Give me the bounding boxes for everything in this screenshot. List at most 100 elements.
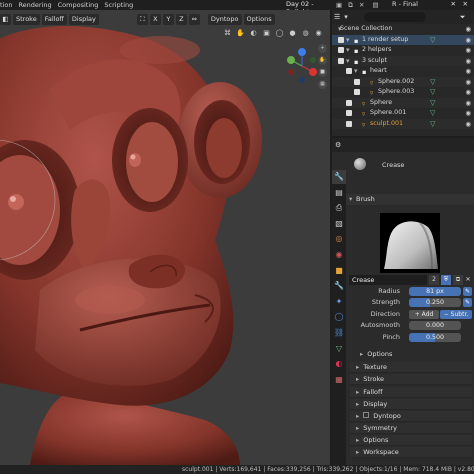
outliner-row[interactable]: ▾ ▪ 3 sculpt ◉ <box>332 55 474 67</box>
visibility-eye-icon[interactable]: ◉ <box>465 77 471 88</box>
pan-hand-icon[interactable]: ✋ <box>318 56 327 65</box>
radius-field[interactable]: 81 px <box>409 287 461 296</box>
visibility-eye-icon[interactable]: ◉ <box>465 119 471 130</box>
grid-icon[interactable]: ▦ <box>318 80 327 89</box>
disclosure-triangle-icon[interactable]: ▾ <box>346 56 350 67</box>
output-tab-icon[interactable]: ⎙ <box>332 201 346 215</box>
scene-selector[interactable]: Day 02 - Delight <box>286 0 334 16</box>
material-shading-icon[interactable]: ◍ <box>300 28 311 39</box>
disclosure-triangle-icon[interactable]: ▾ <box>354 66 358 77</box>
properties-editor-icon[interactable]: ⚙ <box>335 141 341 149</box>
outliner-editor-icon[interactable]: ☰ <box>334 13 340 21</box>
mesh-data-icon[interactable]: ▽ <box>430 77 435 88</box>
visibility-eye-icon[interactable]: ◉ <box>465 24 471 35</box>
display-menu[interactable]: Display <box>68 13 99 25</box>
subpanel-header[interactable]: ▸ Options <box>350 349 472 360</box>
options-menu[interactable]: Options <box>243 13 275 25</box>
subpanel-header[interactable]: ▸ Texture <box>350 362 472 373</box>
collection-checkbox[interactable] <box>338 57 344 64</box>
view-layer-tab-icon[interactable]: ▧ <box>332 217 346 231</box>
data-tab-icon[interactable]: ▽ <box>332 342 346 356</box>
subpanel-header[interactable]: ▸ Workspace <box>350 447 472 458</box>
visibility-eye-icon[interactable]: ◉ <box>465 98 471 109</box>
collection-checkbox[interactable] <box>346 120 352 127</box>
outliner-row[interactable]: ▾ ▪ 1 render setup ▽ ◉ <box>332 34 474 46</box>
filter-icon[interactable]: ⏷ <box>460 13 466 22</box>
visibility-eye-icon[interactable]: ◉ <box>465 108 471 119</box>
collection-checkbox[interactable] <box>346 99 352 106</box>
mirror-icon[interactable]: ⇔ <box>188 13 200 25</box>
xray-icon[interactable]: ▣ <box>261 28 272 39</box>
strength-field[interactable]: 0.250 <box>409 298 461 307</box>
subpanel-header[interactable]: ▸ Options <box>350 435 472 446</box>
outliner-row[interactable]: ▿ Sphere.002 ▽ ◉ <box>332 76 474 88</box>
visibility-eye-icon[interactable]: ◉ <box>465 56 471 67</box>
pressure-pen-icon[interactable]: ✎ <box>463 287 472 296</box>
view-layer-selector[interactable]: R - Final ✕ ✕ <box>392 0 472 8</box>
unlink-brush-icon[interactable]: ✕ <box>464 275 472 285</box>
view-layer-icon[interactable]: ▤ <box>373 1 379 9</box>
brush-panel-header[interactable]: Brush <box>346 194 474 205</box>
mesh-data-icon[interactable]: ▽ <box>430 119 435 130</box>
direction-subtract-button[interactable]: − Subtr. <box>440 310 472 319</box>
autosmooth-field[interactable]: 0.000 <box>409 321 461 330</box>
camera-icon[interactable]: ■ <box>318 68 327 77</box>
3d-viewport[interactable]: ◧ Stroke Falloff Display ⛶ X Y Z ⇔ Dynto… <box>0 10 330 465</box>
new-scene-icon[interactable]: ⧉ <box>348 1 353 9</box>
disclosure-triangle-icon[interactable]: ▾ <box>346 45 350 56</box>
collection-checkbox[interactable] <box>346 110 352 116</box>
collection-checkbox[interactable] <box>354 78 360 85</box>
collection-checkbox[interactable] <box>354 89 360 95</box>
outliner-row[interactable]: ▾ ▪ 2 helpers ◉ <box>332 45 474 56</box>
navigation-gizmo[interactable] <box>282 46 322 86</box>
mesh-data-icon[interactable]: ▽ <box>430 87 435 98</box>
outliner-row[interactable]: ▿ Sphere.003 ▽ ◉ <box>332 87 474 98</box>
workspace-tab-animation[interactable]: ation <box>0 1 18 9</box>
mesh-data-icon[interactable]: ▽ <box>430 108 435 119</box>
scene-tab-icon[interactable]: ◎ <box>332 232 346 246</box>
subpanel-header[interactable]: ▸ Stroke <box>350 374 472 385</box>
disclosure-triangle-icon[interactable]: ▾ <box>346 35 350 46</box>
scene-browse-icon[interactable]: ▣ <box>336 1 342 9</box>
tool-tab-icon[interactable]: 🔧 <box>332 170 346 184</box>
brush-users-count[interactable]: 2 <box>429 275 439 285</box>
collection-checkbox[interactable] <box>346 68 352 74</box>
physics-tab-icon[interactable]: ◯ <box>332 310 346 324</box>
outliner-search-input[interactable] <box>363 12 426 22</box>
object-tab-icon[interactable]: ■ <box>332 264 346 278</box>
new-brush-icon[interactable]: ⧉ <box>453 275 463 285</box>
workspace-tab-scripting[interactable]: Scripting <box>104 1 139 9</box>
fake-user-shield-icon[interactable]: ⛨ <box>441 275 451 285</box>
subpanel-header[interactable]: ▸ Symmetry <box>350 423 472 434</box>
axis-z-toggle[interactable]: Z <box>175 13 187 25</box>
pinch-field[interactable]: 0.500 <box>409 333 461 342</box>
hand-pan-icon[interactable]: ✋ <box>235 28 246 39</box>
outliner-row[interactable]: ▿ Sphere.001 ▽ ◉ <box>332 108 474 119</box>
outliner-row[interactable]: ▾ ▪ heart ◉ <box>332 66 474 77</box>
stroke-menu[interactable]: Stroke <box>13 13 40 25</box>
workspace-tab-rendering[interactable]: Rendering <box>18 1 57 9</box>
mesh-data-icon[interactable]: ▽ <box>430 35 435 46</box>
mesh-data-icon[interactable]: ▽ <box>430 98 435 109</box>
material-tab-icon[interactable]: ◐ <box>332 357 346 371</box>
visibility-eye-icon[interactable]: ◉ <box>465 87 471 98</box>
dyntopo-checkbox[interactable] <box>363 412 370 418</box>
brush-name-field[interactable]: Crease <box>349 275 427 285</box>
constraints-tab-icon[interactable]: ⛓ <box>332 326 346 340</box>
visibility-eye-icon[interactable]: ◉ <box>465 35 471 46</box>
display-mode-icon[interactable]: ▾ <box>344 13 348 21</box>
brush-thumbnail[interactable] <box>380 213 440 273</box>
collection-checkbox[interactable] <box>338 36 344 43</box>
world-tab-icon[interactable]: ◉ <box>332 248 346 262</box>
visibility-eye-icon[interactable]: ◉ <box>465 66 471 77</box>
modifier-tab-icon[interactable]: 🔧 <box>332 279 346 293</box>
subpanel-header[interactable]: ▸ Falloff <box>350 387 472 398</box>
outliner-row[interactable]: ▿ Sphere ▽ ◉ <box>332 97 474 109</box>
outliner-row[interactable]: ▿ sculpt.001 ▽ ◉ <box>332 118 474 130</box>
delete-scene-icon[interactable]: ✕ <box>359 1 364 9</box>
particles-tab-icon[interactable]: ✦ <box>332 295 346 309</box>
solid-shading-icon[interactable]: ● <box>287 28 298 39</box>
axis-y-toggle[interactable]: Y <box>162 13 174 25</box>
subpanel-header[interactable]: ▸ Display <box>350 399 472 410</box>
collection-checkbox[interactable] <box>338 47 344 53</box>
